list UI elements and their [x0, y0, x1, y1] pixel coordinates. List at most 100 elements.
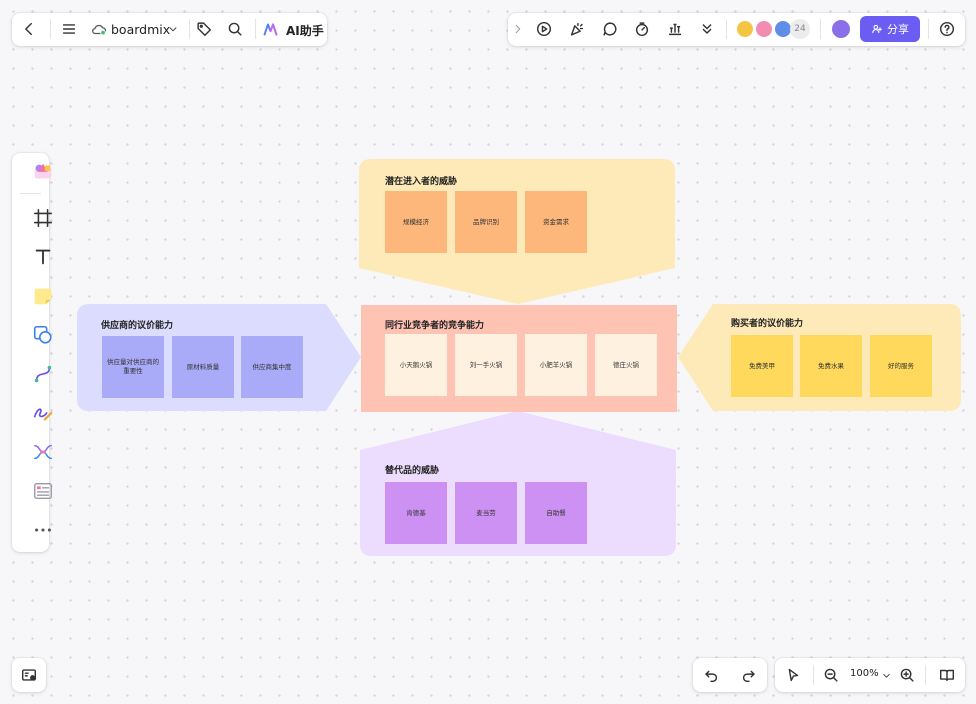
- redo-icon: [742, 670, 755, 683]
- mindmap-tool[interactable]: [30, 439, 56, 465]
- comment-icon: [603, 22, 617, 36]
- zoom-level[interactable]: 100%: [850, 668, 879, 679]
- sticky-note[interactable]: 品牌识别: [455, 191, 517, 253]
- zoom-in-button[interactable]: [894, 662, 920, 688]
- help-circle-icon: [939, 21, 955, 37]
- divider: [820, 19, 821, 39]
- bar-chart-icon: [668, 23, 682, 36]
- sticky-note[interactable]: 刘一手火锅: [455, 334, 517, 396]
- sticky-note[interactable]: 供应量对供应商的重要性: [102, 336, 164, 398]
- zoom-in-icon: [900, 668, 914, 682]
- comment-button[interactable]: [597, 16, 623, 42]
- sticky-note[interactable]: 麦当劳: [455, 482, 517, 544]
- pen-icon: [33, 408, 53, 421]
- collaborator-avatar[interactable]: [735, 19, 755, 39]
- chevron-left-icon: [25, 22, 32, 36]
- collapse-toolbar-button[interactable]: [508, 16, 528, 42]
- timer-icon: [635, 22, 649, 37]
- more-tools-button[interactable]: [694, 16, 720, 42]
- shapes-icon: [33, 325, 52, 344]
- search-icon: [228, 22, 242, 36]
- share-label: 分享: [887, 23, 909, 36]
- section-left-title[interactable]: 供应商的议价能力: [101, 318, 173, 331]
- sticky-note-tool[interactable]: [30, 283, 56, 309]
- party-popper-icon: [570, 22, 584, 36]
- collaborator-avatar[interactable]: [754, 19, 774, 39]
- minimap-button[interactable]: [16, 662, 42, 688]
- sticky-note[interactable]: 好的服务: [870, 335, 932, 397]
- tag-button[interactable]: [191, 16, 217, 42]
- templates-icon: [34, 163, 52, 179]
- sticky-note[interactable]: 小肥羊火锅: [525, 334, 587, 396]
- divider: [255, 19, 256, 39]
- more-tools-button[interactable]: [30, 517, 56, 543]
- share-button[interactable]: 分享: [860, 16, 920, 42]
- connector-tool[interactable]: [30, 361, 56, 387]
- cloud-sync-icon: [92, 24, 107, 36]
- book-open-icon: [939, 669, 955, 682]
- zoom-out-button[interactable]: [818, 662, 844, 688]
- hamburger-menu-icon: [62, 24, 76, 34]
- template-tool[interactable]: [30, 158, 56, 184]
- redo-button[interactable]: [736, 662, 762, 688]
- table-icon: [34, 482, 52, 500]
- text-tool[interactable]: [30, 244, 56, 270]
- pen-tool[interactable]: [30, 400, 56, 426]
- play-circle-icon: [536, 21, 552, 37]
- ai-logo-icon: [263, 22, 278, 36]
- undo-icon: [705, 670, 718, 683]
- sticky-note[interactable]: 肯德基: [385, 482, 447, 544]
- sticky-note[interactable]: 供应商集中度: [241, 336, 303, 398]
- mindmap-icon: [34, 444, 52, 460]
- divider: [50, 19, 51, 39]
- ai-assistant-label[interactable]: AI助手: [286, 22, 324, 39]
- menu-button[interactable]: [56, 16, 82, 42]
- collaborator-count[interactable]: 24: [790, 19, 810, 39]
- frame-icon: [33, 208, 53, 228]
- board-name-dropdown[interactable]: [160, 16, 186, 42]
- sticky-note[interactable]: 德庄火锅: [595, 334, 657, 396]
- left-toolbar: [12, 153, 53, 552]
- chevron-right-icon: [515, 24, 521, 34]
- section-center-title[interactable]: 同行业竞争者的竞争能力: [385, 318, 484, 331]
- minimap-panel: [12, 658, 46, 692]
- sticky-note[interactable]: 资金需求: [525, 191, 587, 253]
- section-bottom-title[interactable]: 替代品的威胁: [385, 463, 439, 476]
- double-chevron-down-icon: [702, 24, 712, 34]
- divider: [20, 193, 41, 194]
- map-view-button[interactable]: [934, 662, 960, 688]
- divider: [726, 19, 727, 39]
- zoom-out-icon: [824, 668, 838, 682]
- zoom-dropdown[interactable]: [879, 662, 893, 688]
- sticky-note[interactable]: 免费美甲: [731, 335, 793, 397]
- search-button[interactable]: [222, 16, 248, 42]
- divider: [928, 19, 929, 39]
- help-button[interactable]: [934, 16, 960, 42]
- vote-button[interactable]: [662, 16, 688, 42]
- sticky-note[interactable]: 原材料质量: [172, 336, 234, 398]
- sticky-note[interactable]: 小天鹅火锅: [385, 334, 447, 396]
- shape-tool[interactable]: [30, 322, 56, 348]
- table-tool[interactable]: [30, 478, 56, 504]
- section-right-title[interactable]: 购买者的议价能力: [731, 316, 803, 329]
- section-top-title[interactable]: 潜在进入者的威胁: [385, 174, 457, 187]
- connector-icon: [34, 365, 52, 383]
- timer-button[interactable]: [629, 16, 655, 42]
- frame-tool[interactable]: [30, 205, 56, 231]
- celebrate-button[interactable]: [564, 16, 590, 42]
- cloud-sync-status[interactable]: [86, 16, 112, 42]
- top-left-toolbar: boardmix AI助手: [12, 13, 327, 46]
- sticky-note[interactable]: 自助餐: [525, 482, 587, 544]
- sticky-note-icon: [34, 288, 52, 305]
- presentation-button[interactable]: [531, 16, 557, 42]
- undo-button[interactable]: [698, 662, 724, 688]
- divider: [189, 19, 190, 39]
- sticky-note[interactable]: 规模经济: [385, 191, 447, 253]
- add-user-icon: [872, 24, 883, 34]
- back-button[interactable]: [16, 16, 42, 42]
- chevron-down-icon: [882, 673, 890, 678]
- sticky-note[interactable]: 免费水果: [800, 335, 862, 397]
- select-tool-button[interactable]: [780, 662, 806, 688]
- user-avatar[interactable]: [830, 18, 852, 40]
- divider: [925, 665, 926, 685]
